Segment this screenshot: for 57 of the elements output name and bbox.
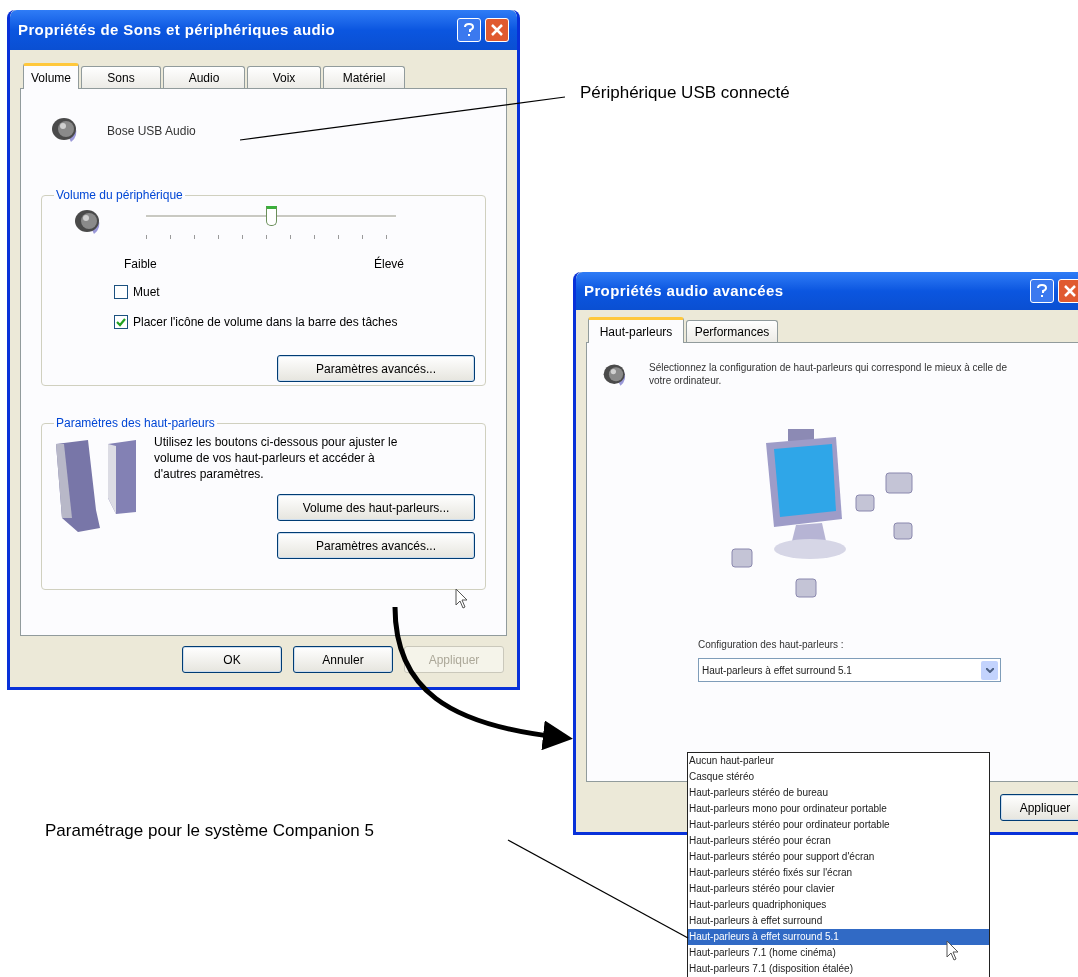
device-name: Bose USB Audio: [107, 123, 196, 140]
dropdown-option[interactable]: Haut-parleurs stéréo pour support d'écran: [688, 849, 989, 865]
group-title: Volume du périphérique: [55, 187, 184, 204]
config-label: Configuration des haut-parleurs :: [698, 638, 845, 652]
settings-button[interactable]: Volume des haut-parleurs...: [277, 494, 475, 521]
cursor-icon: [946, 940, 960, 962]
description: Utilisez les boutons ci-dessous pour ajuster le volume de vos haut-parleurs et accéder à d'autres paramètres.: [154, 434, 399, 482]
cursor-icon: [455, 588, 469, 610]
dropdown-option[interactable]: Haut-parleurs stéréo de bureau: [688, 785, 989, 801]
slider[interactable]: [146, 205, 396, 227]
callout-label: Paramétrage pour le système Companion 5: [45, 820, 374, 842]
config-dropdown[interactable]: Haut-parleurs à effet surround 5.1: [698, 658, 1001, 682]
dropdown-option[interactable]: Haut-parleurs stéréo pour clavier: [688, 881, 989, 897]
close-button[interactable]: [1058, 279, 1078, 303]
close-icon: [491, 24, 503, 36]
dropdown-option[interactable]: Haut-parleurs stéréo pour écran: [688, 833, 989, 849]
dropdown-option[interactable]: Haut-parleurs à effet surround: [688, 913, 989, 929]
help-button[interactable]: [457, 18, 481, 42]
dialog-button[interactable]: Appliquer: [1000, 794, 1078, 821]
help-icon: [464, 23, 474, 37]
dropdown-option[interactable]: Haut-parleurs 7.1 (home cinéma): [688, 945, 989, 961]
tab[interactable]: Sons: [81, 66, 161, 88]
tab[interactable]: Audio: [163, 66, 245, 88]
dropdown-option[interactable]: Casque stéréo: [688, 769, 989, 785]
checkbox[interactable]: [114, 315, 128, 329]
dropdown-option[interactable]: Haut-parleurs mono pour ordinateur portable: [688, 801, 989, 817]
dropdown-option[interactable]: Haut-parleurs stéréo pour ordinateur portable: [688, 817, 989, 833]
callout-label: Périphérique USB connecté: [580, 82, 790, 104]
group-title: Paramètres des haut-parleurs: [55, 415, 216, 432]
dropdown-option[interactable]: Haut-parleurs 7.1 (disposition étalée): [688, 961, 989, 977]
tab[interactable]: Haut-parleurs: [588, 317, 684, 343]
checkbox[interactable]: [114, 285, 128, 299]
settings-button[interactable]: Paramètres avancés...: [277, 532, 475, 559]
advanced-settings-button[interactable]: Paramètres avancés...: [277, 355, 475, 382]
slider-thumb[interactable]: [266, 206, 277, 226]
description: Sélectionnez la configuration de haut-parleurs qui correspond le mieux à celle de votre ordinateur.: [649, 361, 1008, 388]
dialog-button[interactable]: OK: [182, 646, 282, 673]
max-label: Élevé: [373, 255, 404, 273]
tab[interactable]: Voix: [247, 66, 321, 88]
close-icon: [1064, 285, 1076, 297]
check-icon: [116, 317, 126, 327]
dropdown-option[interactable]: Haut-parleurs quadriphoniques: [688, 897, 989, 913]
min-label: Faible: [124, 256, 157, 273]
checkbox-label: Muet: [133, 284, 160, 301]
window-title: Propriétés de Sons et périphériques audio: [18, 19, 336, 40]
close-button[interactable]: [485, 18, 509, 42]
checkbox-label: Placer l'icône de volume dans la barre des tâches: [133, 314, 398, 331]
tab[interactable]: Volume: [23, 63, 79, 89]
tab[interactable]: Matériel: [323, 66, 405, 88]
dropdown-option[interactable]: Aucun haut-parleur: [688, 753, 989, 769]
window-title: Propriétés audio avancées: [584, 280, 784, 301]
help-icon: [1037, 284, 1047, 298]
help-button[interactable]: [1030, 279, 1054, 303]
dropdown-option[interactable]: Haut-parleurs stéréo fixés sur l'écran: [688, 865, 989, 881]
dropdown-option[interactable]: Haut-parleurs à effet surround 5.1: [688, 929, 989, 945]
dialog-button[interactable]: Annuler: [293, 646, 393, 673]
tab[interactable]: Performances: [686, 320, 778, 342]
